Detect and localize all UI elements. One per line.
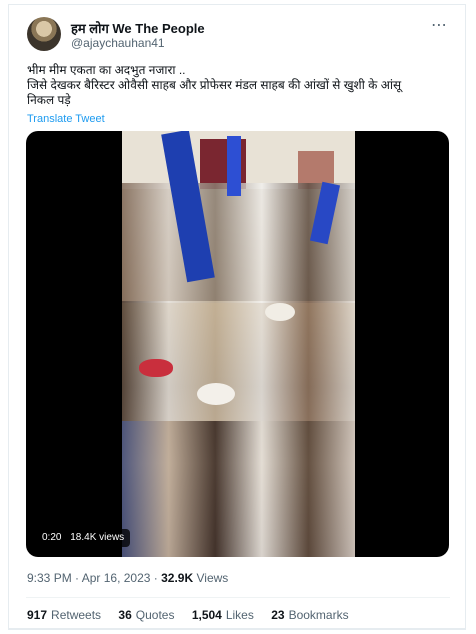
meta-separator: · [75,571,82,585]
views-count: 32.9K [161,571,194,585]
author-name[interactable]: हम लोग We The People [71,19,205,37]
card-bottom-border [9,628,465,629]
bookmarks-label: Bookmarks [288,608,349,622]
retweets-count: 917 [27,608,48,622]
likes-label: Likes [225,608,254,622]
video-duration-views: 0:20 18.4K views [36,529,131,547]
bookmarks-stat[interactable]: 23 Bookmarks [271,608,348,622]
translate-tweet-link[interactable]: Translate Tweet [27,113,105,125]
tweet-text-line: जिसे देखकर बैरिस्टर ओवैसी साहब और प्रोफे… [27,78,402,92]
likes-count: 1,504 [191,608,222,622]
tweet-text-line: निकल पड़े [27,93,71,107]
tweet-time[interactable]: 9:33 PM [27,571,72,585]
quotes-label: Quotes [135,608,175,622]
video-views: 18.4K views [70,532,125,543]
crowd-bottom [122,421,355,557]
retweets-label: Retweets [51,608,102,622]
video-time: 0:20 [42,532,62,543]
views-label: Views [196,571,229,585]
divider [26,597,450,598]
tweet-video[interactable]: 0:20 18.4K views [26,131,449,557]
likes-stat[interactable]: 1,504 Likes [192,608,254,622]
engagement-stats: 917 Retweets 36 Quotes 1,504 Likes 23 Bookma… [27,608,363,622]
white-turban [265,303,295,321]
tweet-card: हम लोग We The People @ajaychauhan41 ⋯ भी… [8,4,466,630]
tweet-text-line: भीम मीम एकता का अदभुत नजारा .. [27,63,186,77]
tweet-date[interactable]: Apr 16, 2023 [82,571,151,585]
bookmarks-count: 23 [271,608,285,622]
blue-flag [227,136,241,196]
retweets-stat[interactable]: 917 Retweets [27,608,101,622]
more-horizontal-icon[interactable]: ⋯ [429,17,449,37]
avatar[interactable] [27,17,61,51]
red-head-scarf [139,359,173,377]
quotes-stat[interactable]: 36 Quotes [118,608,174,622]
video-frame [122,131,355,557]
tweet-text: भीम मीम एकता का अदभुत नजारा .. जिसे देखक… [27,63,457,108]
tweet-meta: 9:33 PM · Apr 16, 2023 · 32.9K Views [27,571,228,585]
quotes-count: 36 [118,608,132,622]
tweet-header: हम लोग We The People @ajaychauhan41 ⋯ [9,5,465,57]
white-turban [197,383,235,405]
author-handle[interactable]: @ajaychauhan41 [71,36,165,50]
